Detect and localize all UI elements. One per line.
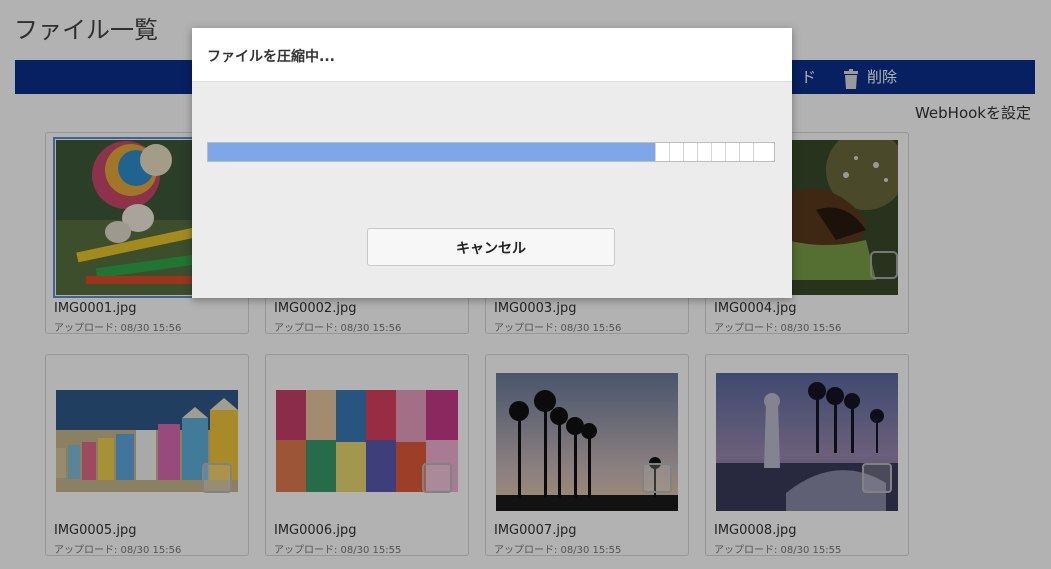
progress-bar xyxy=(207,142,775,162)
compress-progress-dialog: ファイルを圧縮中... キャンセル xyxy=(192,28,792,298)
dialog-title: ファイルを圧縮中... xyxy=(207,49,335,65)
progress-fill xyxy=(208,143,655,161)
cancel-button[interactable]: キャンセル xyxy=(367,228,615,266)
progress-remaining xyxy=(655,143,774,161)
